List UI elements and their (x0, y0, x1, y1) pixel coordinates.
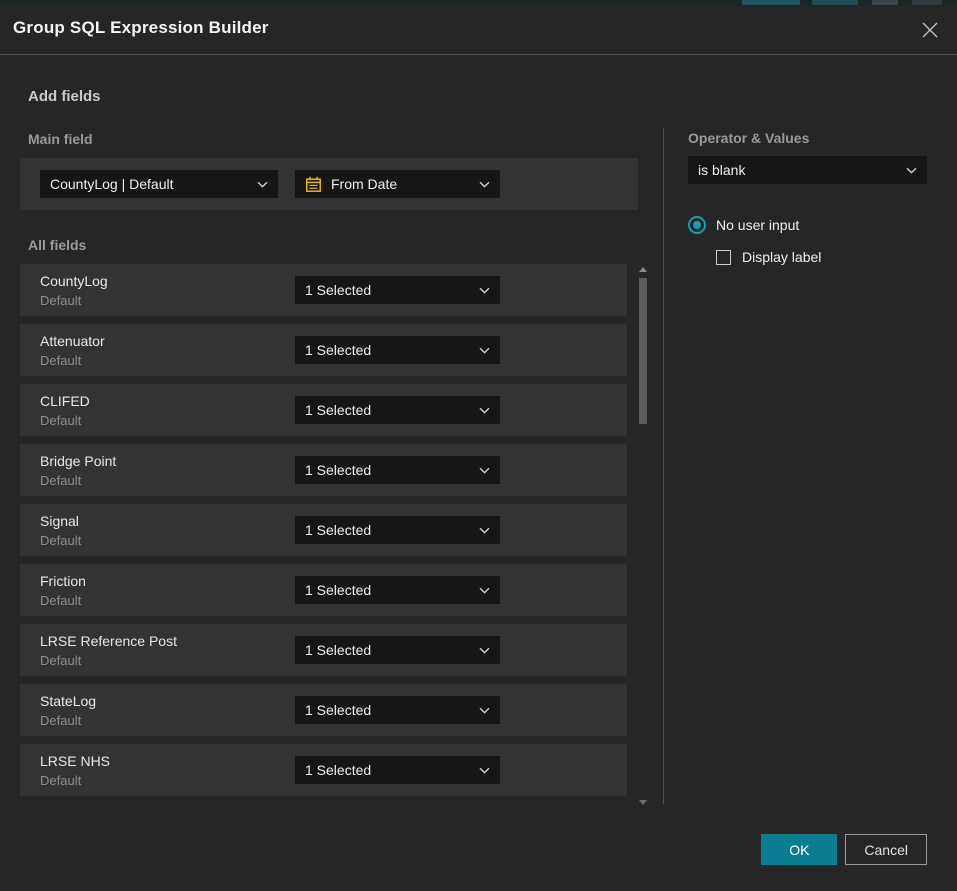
field-row-select[interactable]: 1 Selected (295, 516, 500, 544)
chevron-down-icon (479, 287, 490, 294)
field-row-title: StateLog (40, 693, 96, 709)
field-row-select[interactable]: 1 Selected (295, 276, 500, 304)
field-row-subtitle: Default (40, 473, 81, 488)
field-row-title: LRSE Reference Post (40, 633, 177, 649)
field-row: CountyLog Default 1 Selected (20, 264, 627, 316)
field-row: CLIFED Default 1 Selected (20, 384, 627, 436)
scrollbar-down-arrow-icon[interactable] (639, 800, 647, 805)
background-app-fragment (742, 0, 800, 5)
chevron-down-icon (479, 587, 490, 594)
field-row-title: Bridge Point (40, 453, 116, 469)
field-row: LRSE Reference Post Default 1 Selected (20, 624, 627, 676)
all-fields-scrollbar[interactable] (636, 264, 650, 806)
field-row: Attenuator Default 1 Selected (20, 324, 627, 376)
ok-button[interactable]: OK (761, 834, 837, 865)
field-row: Signal Default 1 Selected (20, 504, 627, 556)
close-icon (921, 21, 939, 39)
display-label-checkbox[interactable]: Display label (716, 249, 821, 265)
field-row-title: CLIFED (40, 393, 90, 409)
main-field-field-value: From Date (331, 176, 471, 192)
checkbox-icon (716, 250, 731, 265)
scrollbar-up-arrow-icon[interactable] (639, 267, 647, 272)
chevron-down-icon (479, 647, 490, 654)
chevron-down-icon (479, 467, 490, 474)
field-row: LRSE NHS Default 1 Selected (20, 744, 627, 796)
chevron-down-icon (479, 347, 490, 354)
field-row-title: Attenuator (40, 333, 105, 349)
field-row-select-value: 1 Selected (305, 582, 471, 598)
cancel-button[interactable]: Cancel (845, 834, 927, 865)
main-field-row: CountyLog | Default From Date (20, 158, 638, 210)
background-app-fragment (912, 0, 942, 5)
field-row-subtitle: Default (40, 413, 81, 428)
no-user-input-label: No user input (716, 217, 799, 233)
main-field-label: Main field (28, 131, 93, 147)
screen: Group SQL Expression Builder Add fields … (0, 0, 957, 891)
field-row-subtitle: Default (40, 593, 81, 608)
field-row-select-value: 1 Selected (305, 342, 471, 358)
dialog-titlebar: Group SQL Expression Builder (0, 6, 957, 55)
field-row-subtitle: Default (40, 653, 81, 668)
dialog-title: Group SQL Expression Builder (13, 18, 269, 38)
field-row-subtitle: Default (40, 293, 81, 308)
field-row-title: CountyLog (40, 273, 108, 289)
main-field-source-select[interactable]: CountyLog | Default (40, 170, 278, 198)
chevron-down-icon (479, 767, 490, 774)
chevron-down-icon (257, 181, 268, 188)
scrollbar-thumb[interactable] (639, 278, 647, 424)
main-field-source-value: CountyLog | Default (50, 176, 249, 192)
field-row-select[interactable]: 1 Selected (295, 336, 500, 364)
group-sql-expression-builder-dialog: Group SQL Expression Builder Add fields … (0, 6, 957, 891)
operator-select[interactable]: is blank (688, 156, 927, 184)
close-button[interactable] (915, 15, 945, 45)
field-row-select-value: 1 Selected (305, 642, 471, 658)
field-row: Friction Default 1 Selected (20, 564, 627, 616)
dialog-footer: OK Cancel (761, 834, 927, 865)
main-field-field-select[interactable]: From Date (295, 170, 500, 198)
chevron-down-icon (479, 707, 490, 714)
all-fields-list: CountyLog Default 1 Selected Attenuator … (20, 264, 627, 804)
no-user-input-radio[interactable]: No user input (688, 216, 799, 234)
field-row-select[interactable]: 1 Selected (295, 756, 500, 784)
field-row: StateLog Default 1 Selected (20, 684, 627, 736)
field-row-select[interactable]: 1 Selected (295, 696, 500, 724)
chevron-down-icon (479, 181, 490, 188)
radio-icon (688, 216, 706, 234)
field-row-title: LRSE NHS (40, 753, 110, 769)
display-label-label: Display label (742, 249, 821, 265)
field-row-select[interactable]: 1 Selected (295, 456, 500, 484)
field-row-select-value: 1 Selected (305, 762, 471, 778)
calendar-icon (305, 176, 322, 193)
field-row-select-value: 1 Selected (305, 702, 471, 718)
field-row-title: Friction (40, 573, 86, 589)
chevron-down-icon (479, 407, 490, 414)
field-row: Bridge Point Default 1 Selected (20, 444, 627, 496)
field-row-select[interactable]: 1 Selected (295, 576, 500, 604)
field-row-subtitle: Default (40, 773, 81, 788)
background-app-fragment (812, 0, 858, 5)
add-fields-heading: Add fields (28, 88, 101, 105)
operator-values-heading: Operator & Values (688, 130, 809, 146)
field-row-subtitle: Default (40, 353, 81, 368)
panel-divider (663, 128, 664, 804)
field-row-select[interactable]: 1 Selected (295, 636, 500, 664)
field-row-subtitle: Default (40, 713, 81, 728)
background-app-fragment (872, 0, 898, 5)
field-row-select-value: 1 Selected (305, 402, 471, 418)
field-row-select-value: 1 Selected (305, 282, 471, 298)
all-fields-label: All fields (28, 237, 86, 253)
field-row-select-value: 1 Selected (305, 522, 471, 538)
field-row-title: Signal (40, 513, 79, 529)
field-row-select-value: 1 Selected (305, 462, 471, 478)
operator-select-value: is blank (698, 162, 898, 178)
chevron-down-icon (906, 167, 917, 174)
field-row-select[interactable]: 1 Selected (295, 396, 500, 424)
chevron-down-icon (479, 527, 490, 534)
field-row-subtitle: Default (40, 533, 81, 548)
